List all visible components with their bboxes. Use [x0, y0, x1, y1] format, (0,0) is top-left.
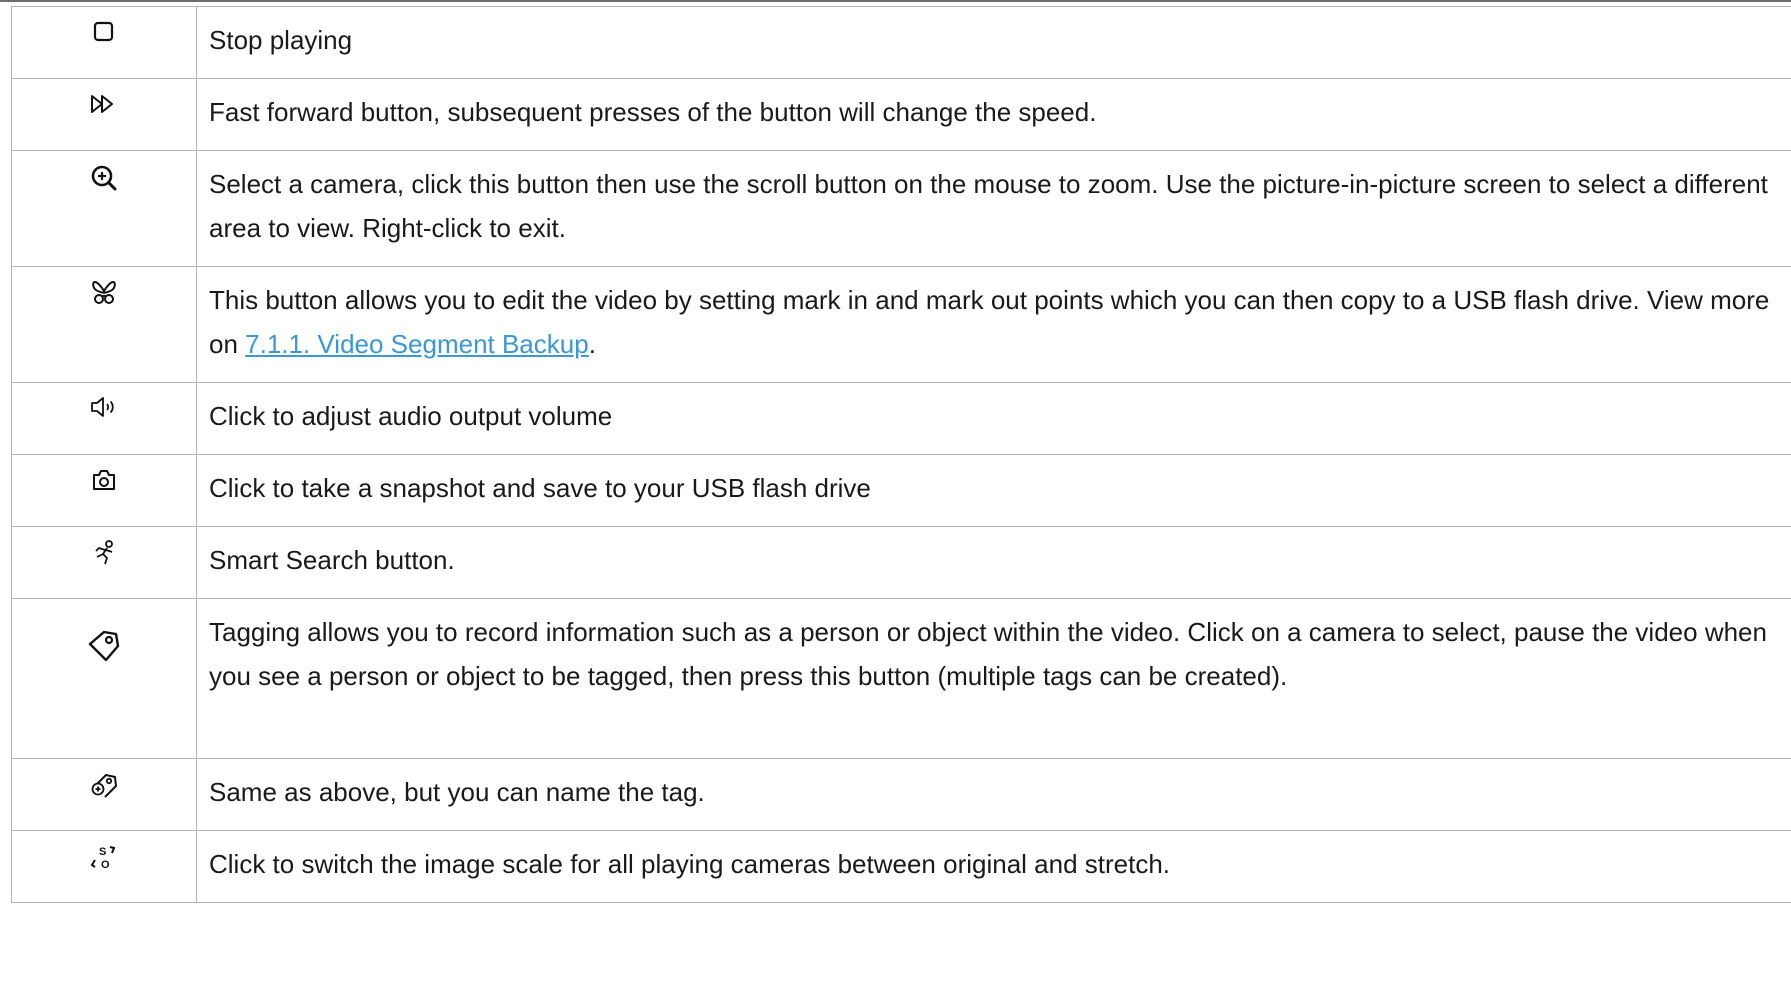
description-text: Stop playing — [209, 25, 353, 55]
table-row: Same as above, but you can name the tag. — [11, 758, 1791, 831]
table-row: This button allows you to edit the video… — [11, 266, 1791, 383]
scissors-icon — [90, 279, 118, 307]
description-text: Click to adjust audio output volume — [209, 401, 613, 431]
description-text: Smart Search button. — [209, 545, 455, 575]
svg-text:S: S — [99, 846, 106, 858]
icon-cell — [11, 150, 197, 267]
description-text: Fast forward button, subsequent presses … — [209, 97, 1097, 127]
icon-cell — [11, 526, 197, 599]
table-row: Click to adjust audio output volume — [11, 382, 1791, 455]
table-row: Fast forward button, subsequent presses … — [11, 78, 1791, 151]
description-text: Click to take a snapshot and save to you… — [209, 473, 871, 503]
table-row: Tagging allows you to record information… — [11, 598, 1791, 759]
description-text: Same as above, but you can name the tag. — [209, 777, 705, 807]
fast-forward-icon — [89, 91, 119, 117]
zoom-in-icon — [89, 163, 119, 193]
description-cell: Fast forward button, subsequent presses … — [196, 78, 1791, 151]
description-cell: Stop playing — [196, 6, 1791, 79]
icon-cell — [11, 382, 197, 455]
tag-icon — [87, 629, 121, 663]
named-tag-icon — [89, 771, 119, 801]
description-text: Tagging allows you to record information… — [209, 617, 1767, 691]
icon-cell — [11, 454, 197, 527]
description-cell: Tagging allows you to record information… — [196, 598, 1791, 759]
description-cell: Click to adjust audio output volume — [196, 382, 1791, 455]
description-text-part: . — [588, 329, 596, 359]
description-text: Click to switch the image scale for all … — [209, 849, 1171, 879]
volume-icon — [89, 395, 119, 419]
icon-cell — [11, 758, 197, 831]
description-cell: Click to switch the image scale for all … — [196, 830, 1791, 903]
icon-cell — [11, 78, 197, 151]
description-text: Select a camera, click this button then … — [209, 169, 1768, 243]
table-row: S O Click to switch the image scale for … — [11, 830, 1791, 903]
scale-switch-icon: S O — [88, 843, 120, 871]
icon-cell: S O — [11, 830, 197, 903]
button-description-table: Stop playing Fast forward button, subseq… — [11, 6, 1791, 903]
description-cell: This button allows you to edit the video… — [196, 266, 1791, 383]
top-border-line — [0, 0, 1791, 2]
table-row: Stop playing — [11, 6, 1791, 79]
description-cell: Same as above, but you can name the tag. — [196, 758, 1791, 831]
description-text: This button allows you to edit the video… — [209, 278, 1791, 366]
icon-cell — [11, 6, 197, 79]
stop-icon — [91, 19, 117, 45]
table-row: Select a camera, click this button then … — [11, 150, 1791, 267]
icon-cell — [11, 266, 197, 383]
description-cell: Smart Search button. — [196, 526, 1791, 599]
table-row: Smart Search button. — [11, 526, 1791, 599]
svg-text:O: O — [101, 859, 110, 871]
description-cell: Click to take a snapshot and save to you… — [196, 454, 1791, 527]
table-row: Click to take a snapshot and save to you… — [11, 454, 1791, 527]
camera-snapshot-icon — [90, 467, 118, 493]
video-segment-backup-link[interactable]: 7.1.1. Video Segment Backup — [245, 329, 589, 359]
icon-cell — [11, 598, 197, 759]
description-cell: Select a camera, click this button then … — [196, 150, 1791, 267]
smart-search-icon — [90, 539, 118, 567]
